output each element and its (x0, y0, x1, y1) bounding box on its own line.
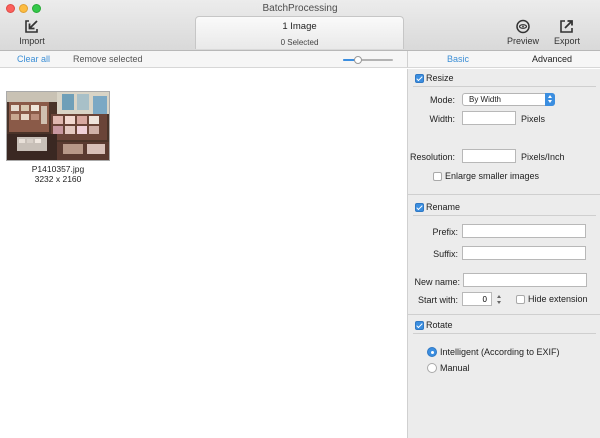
clear-all-button[interactable]: Clear all (17, 54, 50, 64)
resize-section-label: Resize (426, 73, 454, 83)
preview-button[interactable]: Preview (501, 19, 545, 49)
prefix-label: Prefix: (432, 227, 458, 237)
rename-checkbox[interactable] (415, 203, 424, 212)
export-label: Export (553, 36, 580, 46)
section-divider (408, 194, 600, 195)
title-toolbar: BatchProcessing Import 1 Image 0 Selecte… (0, 0, 600, 51)
rename-section-label: Rename (426, 202, 461, 212)
list-toolbar: Clear all Remove selected (0, 51, 407, 68)
section-divider (408, 314, 600, 315)
rotate-section-label: Rotate (426, 320, 453, 330)
divider (413, 333, 596, 334)
resolution-input[interactable] (462, 149, 516, 163)
width-input[interactable] (462, 111, 516, 125)
enlarge-checkbox[interactable] (433, 172, 442, 181)
rotate-manual-label: Manual (440, 363, 470, 373)
hide-extension-checkbox[interactable] (516, 295, 525, 304)
remove-selected-button[interactable]: Remove selected (73, 54, 143, 64)
prefix-input[interactable] (462, 224, 586, 238)
divider (413, 215, 596, 216)
width-unit: Pixels (521, 114, 546, 124)
start-with-input[interactable] (462, 292, 492, 306)
suffix-input[interactable] (462, 246, 586, 260)
rotate-intelligent-label: Intelligent (According to EXIF) (440, 347, 560, 357)
preview-icon (516, 19, 530, 34)
enlarge-label: Enlarge smaller images (445, 171, 540, 181)
chevron-updown-icon (545, 93, 555, 106)
image-count: 1 Image (282, 21, 317, 32)
import-button[interactable]: Import (10, 19, 54, 49)
width-label: Width: (429, 114, 455, 124)
photo-preview (6, 91, 110, 161)
tab-basic[interactable]: Basic (447, 54, 469, 64)
slider-knob[interactable] (354, 56, 362, 64)
selected-count: 0 Selected (280, 38, 319, 47)
mode-label: Mode: (429, 95, 455, 105)
divider (413, 86, 596, 87)
rotate-checkbox[interactable] (415, 321, 424, 330)
mode-select[interactable]: By Width (462, 93, 555, 106)
mode-select-value: By Width (469, 95, 502, 104)
photo-content (7, 92, 109, 160)
rotate-manual-radio[interactable] (427, 363, 437, 373)
resolution-unit: Pixels/Inch (521, 152, 565, 162)
tab-advanced[interactable]: Advanced (532, 54, 572, 64)
import-icon (25, 20, 38, 33)
export-button[interactable]: Export (545, 19, 589, 49)
image-filename: P1410357.jpg (31, 164, 85, 174)
import-label: Import (19, 36, 45, 46)
new-name-input[interactable] (463, 273, 587, 287)
export-icon (560, 20, 573, 33)
start-with-stepper[interactable] (496, 293, 503, 307)
start-with-label: Start with: (417, 295, 458, 305)
resolution-label: Resolution: (409, 152, 455, 162)
new-name-label: New name: (414, 277, 460, 287)
suffix-label: Suffix: (433, 249, 458, 259)
settings-tabs: Basic Advanced (407, 51, 600, 68)
image-dimensions: 3232 x 2160 (34, 174, 82, 184)
rotate-intelligent-radio[interactable] (427, 347, 437, 357)
thumbnail-size-slider[interactable] (343, 56, 393, 64)
image-list: P1410357.jpg 3232 x 2160 (0, 69, 407, 438)
window-title: BatchProcessing (262, 3, 338, 14)
preview-label: Preview (506, 36, 539, 46)
hide-extension-label: Hide extension (528, 294, 588, 304)
image-thumbnail[interactable]: P1410357.jpg 3232 x 2160 (6, 91, 110, 184)
status-box: 1 Image 0 Selected (195, 16, 404, 49)
settings-panel: Resize Mode: By Width Width: Pixels Reso… (407, 69, 600, 438)
resize-checkbox[interactable] (415, 74, 424, 83)
